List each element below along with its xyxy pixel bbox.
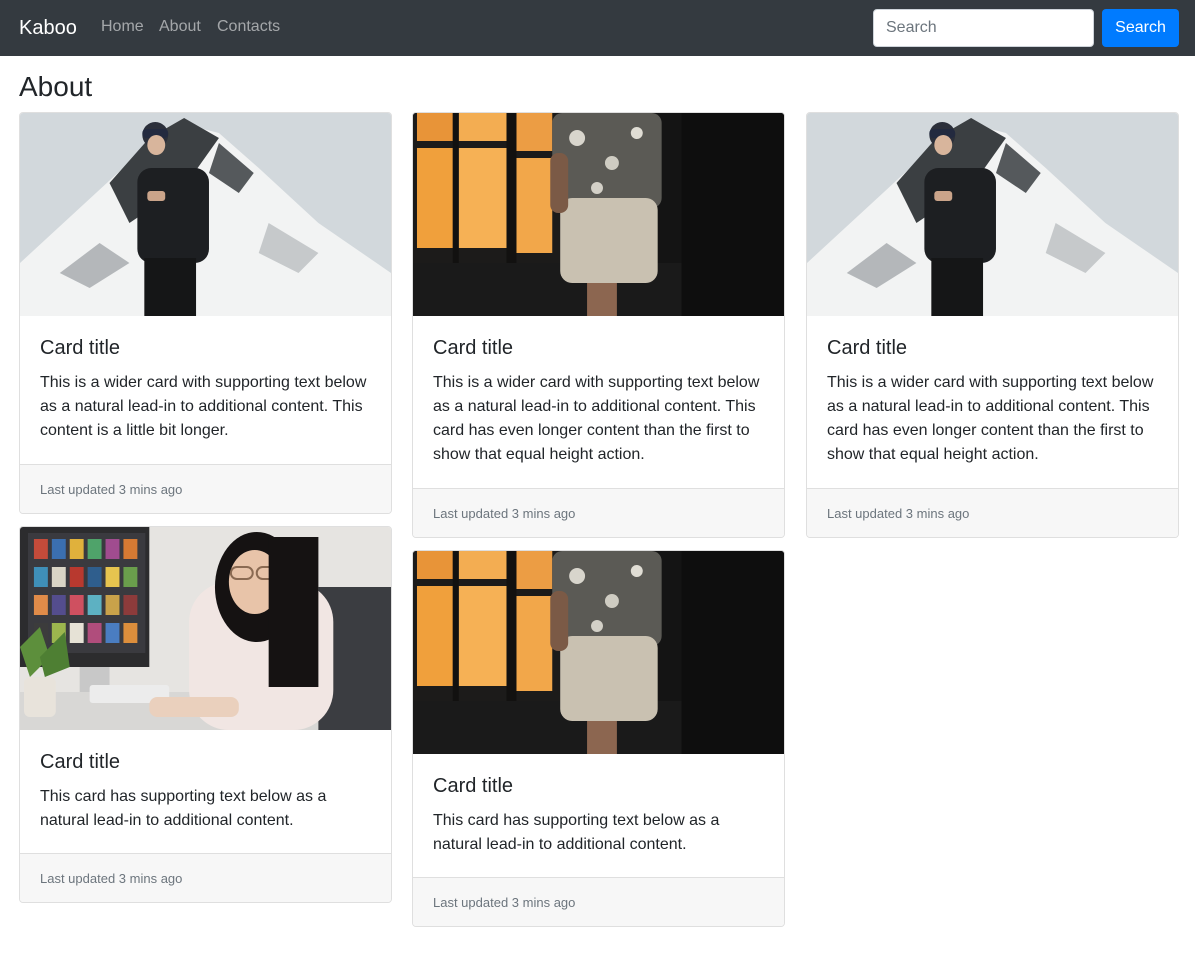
card-text: This is a wider card with supporting tex… (433, 374, 760, 463)
snowy-mountain-man-photo (807, 113, 1178, 316)
card-footer: Last updated 3 mins ago (413, 877, 784, 926)
card-body: Card title This card has supporting text… (413, 754, 784, 857)
card-text: This is a wider card with supporting tex… (40, 374, 367, 439)
snowy-mountain-man-photo (20, 113, 391, 316)
navbar: Kaboo Home About Contacts Search (0, 0, 1195, 56)
card-text: This card has supporting text below as a… (40, 788, 327, 829)
card-footer: Last updated 3 mins ago (20, 464, 391, 513)
card-title: Card title (827, 337, 908, 359)
card-body: Card title This card has supporting text… (20, 730, 391, 833)
card: Card title This card has supporting text… (19, 526, 392, 903)
nav-link-contacts[interactable]: Contacts (217, 17, 280, 37)
nav-link-home[interactable]: Home (101, 17, 144, 37)
card-body: Card title This is a wider card with sup… (807, 316, 1178, 467)
card-title: Card title (433, 775, 514, 797)
card-footer: Last updated 3 mins ago (807, 488, 1178, 537)
card-updated-text: Last updated 3 mins ago (433, 506, 576, 521)
card-body: Card title This is a wider card with sup… (20, 316, 391, 443)
card: Card title This card has supporting text… (412, 550, 785, 927)
woman-at-desk-photo (20, 527, 391, 730)
page-title: About (19, 71, 93, 102)
man-shorts-window-photo (413, 551, 784, 754)
navbar-brand[interactable]: Kaboo (19, 14, 77, 42)
card-updated-text: Last updated 3 mins ago (40, 482, 183, 497)
card-title: Card title (433, 337, 514, 359)
search-input[interactable] (873, 9, 1094, 47)
card-text: This is a wider card with supporting tex… (827, 374, 1154, 463)
search-button[interactable]: Search (1102, 9, 1179, 47)
card-footer: Last updated 3 mins ago (20, 853, 391, 902)
nav-link-about[interactable]: About (159, 17, 201, 37)
card-title: Card title (40, 337, 121, 359)
card: Card title This is a wider card with sup… (806, 112, 1179, 538)
card-footer: Last updated 3 mins ago (413, 488, 784, 537)
card: Card title This is a wider card with sup… (19, 112, 392, 514)
card-title: Card title (40, 751, 121, 773)
card-body: Card title This is a wider card with sup… (413, 316, 784, 467)
man-shorts-window-photo (413, 113, 784, 316)
card-text: This card has supporting text below as a… (433, 812, 720, 853)
card-updated-text: Last updated 3 mins ago (433, 895, 576, 910)
card: Card title This is a wider card with sup… (412, 112, 785, 538)
card-updated-text: Last updated 3 mins ago (40, 871, 183, 886)
card-updated-text: Last updated 3 mins ago (827, 506, 970, 521)
